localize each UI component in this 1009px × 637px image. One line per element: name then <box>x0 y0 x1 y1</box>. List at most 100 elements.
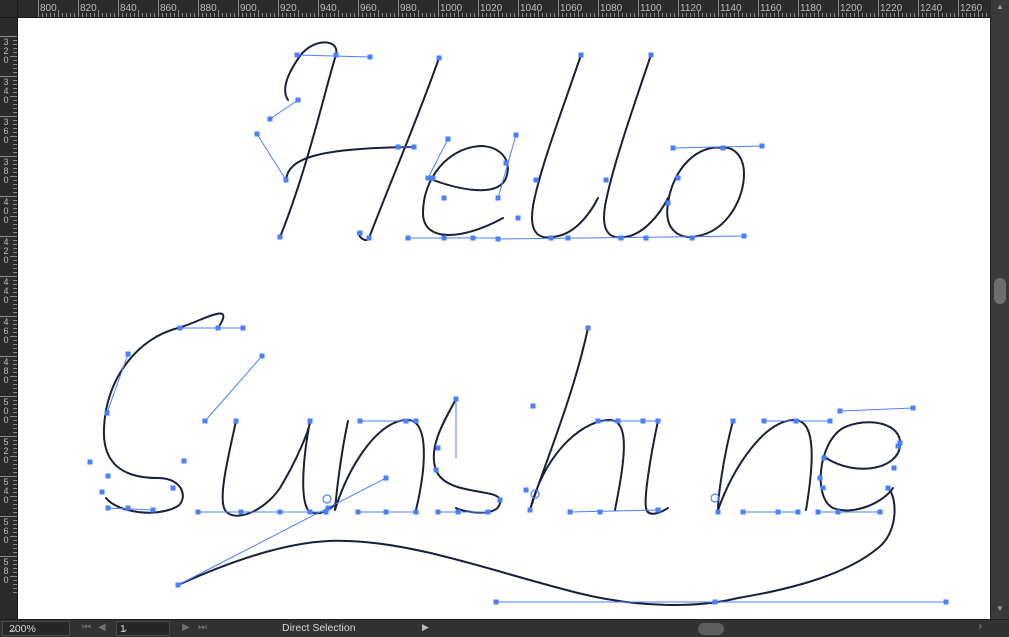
horizontal-scroll-thumb[interactable] <box>698 623 724 635</box>
anchor-point[interactable] <box>240 325 246 331</box>
anchor-point[interactable] <box>533 177 539 183</box>
anchor-point[interactable] <box>295 97 301 103</box>
anchor-point[interactable] <box>99 489 105 495</box>
letter-h2-path[interactable] <box>529 327 625 511</box>
anchor-point[interactable] <box>267 116 273 122</box>
anchor-point[interactable] <box>712 599 718 605</box>
anchor-point[interactable] <box>565 235 571 241</box>
letter-s-path[interactable] <box>102 312 225 514</box>
anchor-point[interactable] <box>597 509 603 515</box>
anchor-point[interactable] <box>643 235 649 241</box>
letter-h-path[interactable] <box>279 41 338 238</box>
anchor-point[interactable] <box>817 475 823 481</box>
anchor-point[interactable] <box>445 136 451 142</box>
first-artboard-icon[interactable]: ⏮ <box>82 622 91 633</box>
anchor-point[interactable] <box>435 509 441 515</box>
artboard-canvas[interactable] <box>18 18 990 619</box>
anchor-point[interactable] <box>495 195 501 201</box>
letter-n2-path[interactable] <box>717 418 813 511</box>
anchor-point[interactable] <box>436 55 442 61</box>
anchor-point[interactable] <box>775 509 781 515</box>
anchor-point[interactable] <box>202 418 208 424</box>
anchor-point[interactable] <box>105 505 111 511</box>
anchor-point[interactable] <box>277 509 283 515</box>
anchor-point[interactable] <box>453 396 459 402</box>
next-artboard-icon[interactable]: ▶ <box>182 622 190 633</box>
anchor-point[interactable] <box>495 236 501 242</box>
horizontal-scrollbar[interactable]: › <box>436 621 988 636</box>
anchor-point[interactable] <box>259 353 265 359</box>
anchor-point[interactable] <box>238 509 244 515</box>
letter-e2-path[interactable] <box>819 421 902 512</box>
anchor-point[interactable] <box>655 418 661 424</box>
zoom-level-select[interactable]: 200% ⌄ <box>2 621 70 636</box>
anchor-point[interactable] <box>433 467 439 473</box>
anchor-point[interactable] <box>548 235 554 241</box>
anchor-point[interactable] <box>170 485 176 491</box>
anchor-point[interactable] <box>181 458 187 464</box>
anchor-point[interactable] <box>283 177 289 183</box>
anchor-point[interactable] <box>513 132 519 138</box>
anchor-point[interactable] <box>603 177 609 183</box>
anchor-point[interactable] <box>175 582 181 588</box>
anchor-point[interactable] <box>665 200 671 206</box>
anchor-point[interactable] <box>835 509 841 515</box>
anchor-point[interactable] <box>943 599 949 605</box>
letter-n-path[interactable] <box>334 418 425 511</box>
lettering-artwork[interactable] <box>18 18 990 619</box>
anchor-point[interactable] <box>441 195 447 201</box>
anchor-point[interactable] <box>897 440 903 446</box>
anchor-point[interactable] <box>430 175 436 181</box>
anchor-point[interactable] <box>441 235 447 241</box>
anchor-point[interactable] <box>294 52 300 58</box>
chevron-down-icon[interactable]: ⌄ <box>9 623 66 635</box>
anchor-point[interactable] <box>493 599 499 605</box>
anchor-point[interactable] <box>104 410 110 416</box>
anchor-point[interactable] <box>640 418 646 424</box>
anchor-point[interactable] <box>675 175 681 181</box>
anchor-point[interactable] <box>405 235 411 241</box>
anchor-point[interactable] <box>648 52 654 58</box>
anchor-point[interactable] <box>503 160 509 166</box>
anchor-point[interactable] <box>578 52 584 58</box>
anchor-point[interactable] <box>595 418 601 424</box>
artboard-number-select[interactable]: 1 ⌄ <box>116 621 170 636</box>
anchor-point[interactable] <box>470 235 476 241</box>
letter-e-path[interactable] <box>422 145 509 236</box>
anchor-point[interactable] <box>741 233 747 239</box>
anchor-point[interactable] <box>435 445 441 451</box>
anchor-point[interactable] <box>891 465 897 471</box>
anchor-point[interactable] <box>615 418 621 424</box>
letter-u-path[interactable] <box>221 420 337 517</box>
selected-anchor-marker[interactable] <box>322 494 332 504</box>
anchor-point[interactable] <box>523 487 529 493</box>
anchor-point[interactable] <box>105 473 111 479</box>
anchor-point[interactable] <box>395 144 401 150</box>
letter-l2-path[interactable] <box>603 54 669 239</box>
anchor-point[interactable] <box>254 131 260 137</box>
anchor-point[interactable] <box>455 509 461 515</box>
anchor-point[interactable] <box>87 459 93 465</box>
scroll-up-icon[interactable]: ▲ <box>991 0 1009 14</box>
scroll-right-icon[interactable]: › <box>979 621 982 632</box>
ruler-origin[interactable] <box>0 0 18 18</box>
anchor-point[interactable] <box>585 325 591 331</box>
anchor-point[interactable] <box>233 418 239 424</box>
anchor-point[interactable] <box>307 418 313 424</box>
anchor-point[interactable] <box>820 485 826 491</box>
letter-o-path[interactable] <box>666 146 745 238</box>
anchor-point[interactable] <box>425 175 431 181</box>
anchor-point[interactable] <box>357 230 363 236</box>
play-icon[interactable]: ▶ <box>422 622 429 633</box>
anchor-point[interactable] <box>403 418 409 424</box>
anchor-point[interactable] <box>325 505 331 511</box>
anchor-point[interactable] <box>715 509 721 515</box>
anchor-point[interactable] <box>527 507 533 513</box>
anchor-point[interactable] <box>150 507 156 513</box>
anchor-point[interactable] <box>821 455 827 461</box>
anchor-point[interactable] <box>720 145 726 151</box>
anchor-point[interactable] <box>485 509 491 515</box>
anchor-point[interactable] <box>877 509 883 515</box>
anchor-point[interactable] <box>618 235 624 241</box>
anchor-point[interactable] <box>177 325 183 331</box>
